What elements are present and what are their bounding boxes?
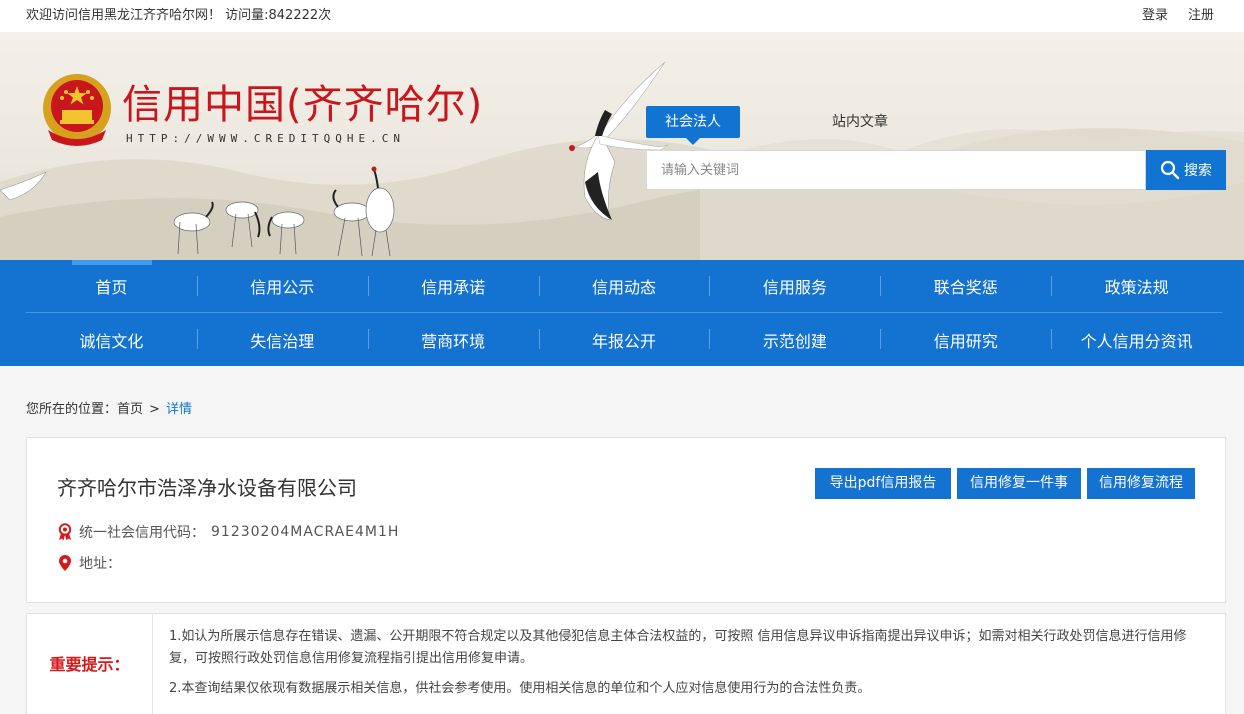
register-link[interactable]: 注册 (1188, 4, 1214, 23)
location-pin-icon (59, 555, 71, 571)
nav-item-credit-services[interactable]: 信用服务 (709, 260, 880, 312)
search-icon (1160, 160, 1180, 180)
nav-item-integrity-culture[interactable]: 诚信文化 (26, 313, 197, 366)
top-bar: 欢迎访问信用黑龙江齐齐哈尔网！ 访问量:842222次 登录 注册 (0, 0, 1244, 32)
credit-repair-one-stop-button[interactable]: 信用修复一件事 (957, 468, 1081, 499)
breadcrumb-prefix: 您所在的位置： (26, 402, 118, 417)
banner-background-image (0, 61, 1244, 260)
welcome-text: 欢迎访问信用黑龙江齐齐哈尔网！ 访问量:842222次 (26, 8, 332, 23)
credit-code-row: 统一社会信用代码： 91230204MACRAE4M1H (57, 522, 399, 542)
header-banner: 信用中国(齐齐哈尔) HTTP://WWW.CREDITQQHE.CN 社会法人… (0, 32, 1244, 260)
search-tab-articles[interactable]: 站内文章 (820, 106, 900, 138)
certificate-ribbon-icon (58, 523, 72, 541)
important-notice: 重要提示： 1.如认为所展示信息存在错误、遗漏、公开期限不符合规定以及其他侵犯信… (26, 613, 1226, 714)
company-card: 齐齐哈尔市浩泽净水设备有限公司 导出pdf信用报告 信用修复一件事 信用修复流程… (26, 437, 1226, 603)
credit-code-label: 统一社会信用代码： (79, 525, 205, 541)
nav-item-joint-rewards-penalties[interactable]: 联合奖惩 (880, 260, 1051, 312)
search-input[interactable] (646, 150, 1146, 190)
nav-item-personal-credit-news[interactable]: 个人信用分资讯 (1051, 313, 1222, 366)
nav-item-credit-commitment[interactable]: 信用承诺 (367, 260, 539, 312)
notice-text: 1.如认为所展示信息存在错误、遗漏、公开期限不符合规定以及其他侵犯信息主体合法权… (169, 626, 1209, 700)
search-tab-legal-entity[interactable]: 社会法人 (646, 106, 740, 145)
login-link[interactable]: 登录 (1142, 4, 1168, 23)
national-emblem-icon (43, 74, 111, 146)
notice-item-2: 2.本查询结果仅依现有数据展示相关信息，供社会参考使用。使用相关信息的单位和个人… (169, 681, 871, 696)
credit-repair-process-button[interactable]: 信用修复流程 (1087, 468, 1195, 499)
breadcrumb-separator: > (149, 402, 160, 417)
search-button[interactable]: 搜索 (1146, 150, 1226, 190)
nav-item-demonstration[interactable]: 示范创建 (709, 313, 880, 366)
notice-label: 重要提示： (27, 614, 153, 714)
breadcrumb-home-link[interactable]: 首页 (117, 402, 143, 417)
breadcrumb: 您所在的位置：首页 > 详情 (26, 398, 192, 417)
address-row: 地址： (57, 553, 121, 573)
export-pdf-report-button[interactable]: 导出pdf信用报告 (815, 468, 951, 499)
site-title: 信用中国(齐齐哈尔) (122, 82, 484, 128)
search-button-label: 搜索 (1184, 163, 1212, 179)
nav-item-credit-news[interactable]: 信用动态 (538, 260, 710, 312)
site-url: HTTP://WWW.CREDITQQHE.CN (126, 132, 405, 145)
breadcrumb-current: 详情 (165, 402, 192, 417)
address-label: 地址： (79, 556, 121, 572)
nav-item-credit-research[interactable]: 信用研究 (880, 313, 1051, 366)
nav-item-credit-disclosure[interactable]: 信用公示 (196, 260, 368, 312)
main-nav: 首页 信用公示 信用承诺 信用动态 信用服务 联合奖惩 政策法规 诚信文化 失信… (0, 260, 1244, 366)
nav-item-home[interactable]: 首页 (26, 260, 197, 312)
credit-code-value: 91230204MACRAE4M1H (211, 524, 400, 540)
notice-item-1: 1.如认为所展示信息存在错误、遗漏、公开期限不符合规定以及其他侵犯信息主体合法权… (169, 629, 1187, 666)
nav-row-1: 首页 信用公示 信用承诺 信用动态 信用服务 联合奖惩 政策法规 (26, 260, 1222, 313)
nav-item-policies-regulations[interactable]: 政策法规 (1051, 260, 1222, 312)
nav-item-dishonesty-governance[interactable]: 失信治理 (196, 313, 368, 366)
nav-item-annual-reports[interactable]: 年报公开 (538, 313, 710, 366)
nav-row-2: 诚信文化 失信治理 营商环境 年报公开 示范创建 信用研究 个人信用分资讯 (26, 313, 1222, 366)
company-name: 齐齐哈尔市浩泽净水设备有限公司 (57, 476, 357, 500)
nav-item-business-environment[interactable]: 营商环境 (367, 313, 539, 366)
